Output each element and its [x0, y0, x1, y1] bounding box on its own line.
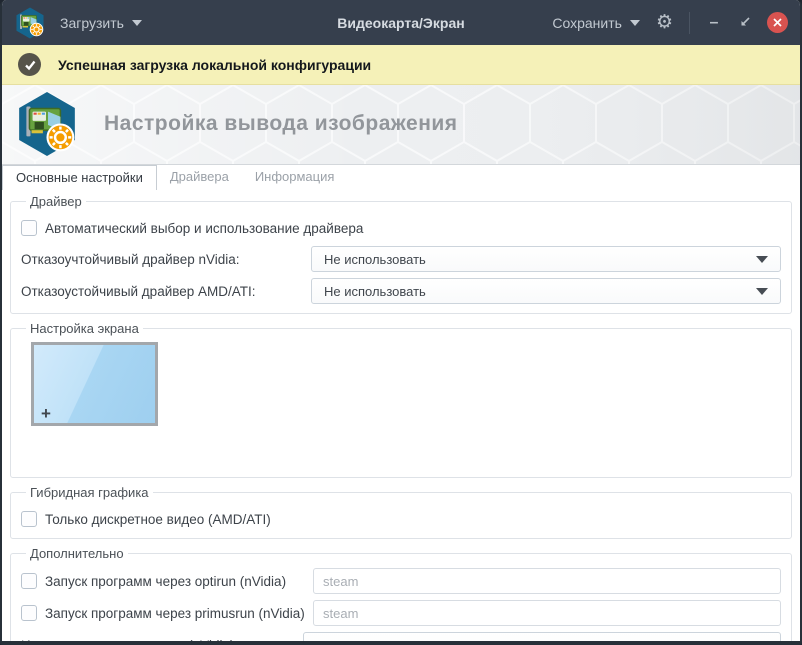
titlebar: Загрузить Видеокарта/Экран Сохранить ⚙ –: [2, 0, 800, 45]
app-window: Загрузить Видеокарта/Экран Сохранить ⚙ –: [0, 0, 802, 645]
optirun-command-input[interactable]: [313, 568, 781, 594]
additional-group-title: Дополнительно: [30, 546, 124, 561]
page-title: Настройка вывода изображения: [104, 112, 458, 135]
nvidia-failsafe-label: Отказоучтойчивый драйвер nVidia:: [21, 251, 240, 267]
nvidia-failsafe-dropdown[interactable]: Не использовать: [311, 246, 781, 272]
amd-failsafe-dropdown[interactable]: Не использовать: [311, 278, 781, 304]
chevron-down-icon: [131, 19, 142, 26]
tearfree-dropdown[interactable]: [303, 632, 781, 641]
notification-message: Успешная загрузка локальной конфигурации: [58, 56, 372, 73]
tab-information[interactable]: Информация: [242, 165, 348, 190]
app-logo-icon: [16, 7, 44, 38]
nvidia-failsafe-value: Не использовать: [324, 251, 426, 267]
driver-group: Драйвер Автоматический выбор и использов…: [10, 194, 792, 314]
additional-group: Дополнительно Запуск программ через opti…: [10, 546, 792, 641]
load-button-label: Загрузить: [60, 14, 124, 31]
amd-failsafe-value: Не использовать: [324, 283, 426, 299]
titlebar-separator: [689, 11, 690, 34]
tab-bar: Основные настройки Драйвера Информация: [2, 165, 800, 190]
optirun-checkbox[interactable]: [21, 573, 37, 589]
settings-gear-icon[interactable]: ⚙: [656, 13, 673, 32]
notification-bar: Успешная загрузка локальной конфигурации: [2, 45, 800, 85]
close-icon: [773, 18, 782, 27]
auto-driver-label: Автоматический выбор и использование дра…: [45, 220, 364, 236]
page-header: Настройка вывода изображения: [2, 85, 800, 165]
primusrun-checkbox[interactable]: [21, 605, 37, 621]
save-button-label: Сохранить: [552, 14, 622, 31]
primusrun-command-input[interactable]: [313, 600, 781, 626]
chevron-down-icon: [756, 287, 768, 295]
hybrid-graphics-group: Гибридная графика Только дискретное виде…: [10, 485, 792, 539]
amd-failsafe-label: Отказоустойчивый драйвер AMD/ATI:: [21, 283, 256, 299]
tab-drivers[interactable]: Драйвера: [157, 165, 242, 190]
driver-group-title: Драйвер: [30, 194, 82, 209]
chevron-down-icon: [756, 255, 768, 263]
discrete-only-label: Только дискретное видео (AMD/ATI): [45, 511, 271, 527]
close-button[interactable]: [767, 12, 788, 33]
discrete-only-checkbox[interactable]: [21, 511, 37, 527]
videocard-hexagon-icon: [19, 92, 75, 156]
auto-driver-checkbox[interactable]: [21, 220, 37, 236]
chevron-down-icon: [629, 19, 640, 26]
primusrun-label: Запуск программ через primusrun (nVidia): [45, 605, 305, 621]
success-check-icon: [18, 53, 41, 76]
screen-group: Настройка экрана +: [10, 321, 792, 478]
load-button[interactable]: Загрузить: [60, 15, 142, 31]
tearfree-label: Исправить разрыв кадров (nVidia): [21, 638, 234, 642]
minimize-button[interactable]: –: [706, 14, 722, 32]
restore-window-button[interactable]: [738, 16, 751, 29]
screen-preview-tile[interactable]: +: [31, 342, 158, 426]
save-button[interactable]: Сохранить: [552, 15, 640, 31]
main-content: Драйвер Автоматический выбор и использов…: [2, 190, 800, 641]
screen-group-title: Настройка экрана: [30, 321, 139, 336]
add-screen-button[interactable]: +: [41, 405, 51, 422]
optirun-label: Запуск программ через optirun (nVidia): [45, 573, 287, 589]
tab-main-settings[interactable]: Основные настройки: [2, 165, 157, 190]
hybrid-group-title: Гибридная графика: [30, 485, 149, 500]
